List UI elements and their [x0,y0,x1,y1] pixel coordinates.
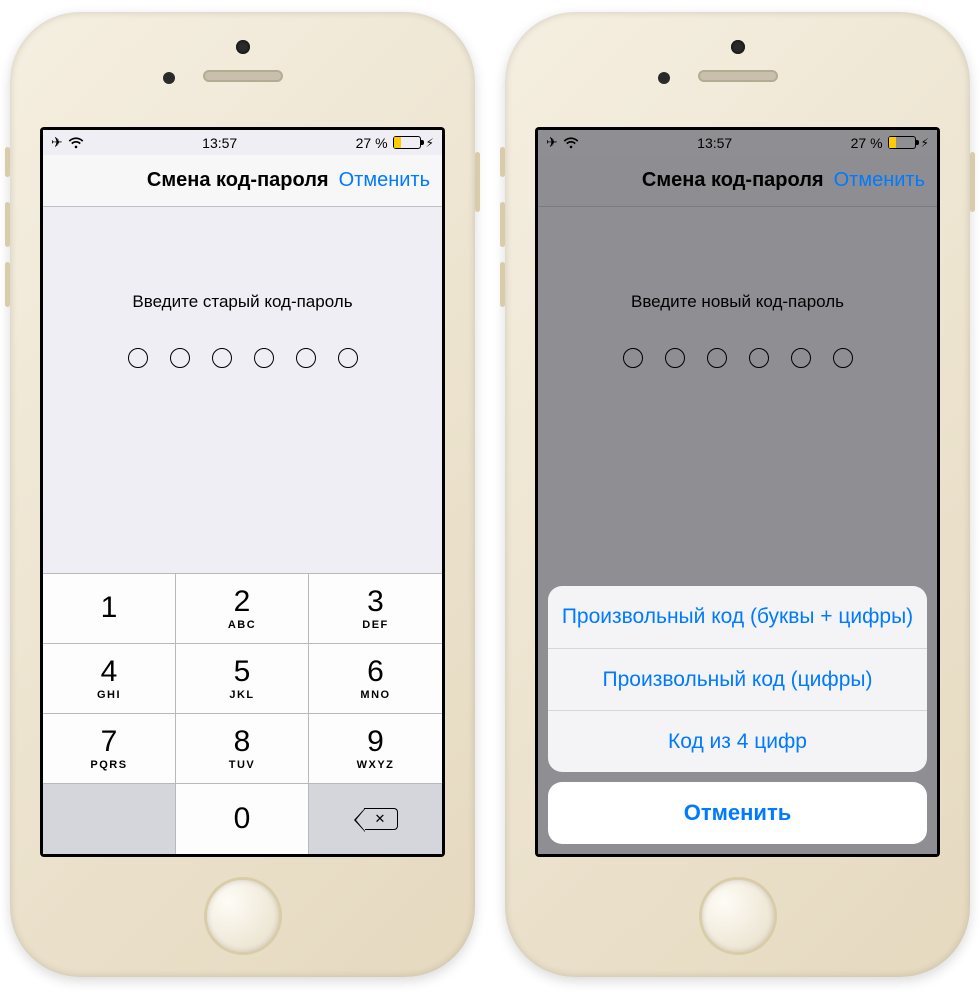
front-camera [236,40,250,54]
power-button[interactable] [970,152,975,212]
home-button[interactable] [204,877,282,955]
keypad-2[interactable]: 2ABC [176,574,309,644]
keypad-7[interactable]: 7PQRS [43,714,176,784]
passcode-dot [623,348,643,368]
keypad-9[interactable]: 9WXYZ [309,714,442,784]
charging-icon: ⚡︎ [921,136,929,150]
volume-down-button[interactable] [5,262,10,307]
action-sheet-options: Произвольный код (буквы + цифры) Произво… [548,586,927,772]
airplane-mode-icon: ✈ [51,134,63,151]
wifi-icon [563,137,579,149]
home-button[interactable] [699,877,777,955]
nav-cancel-button[interactable]: Отменить [339,169,430,192]
earpiece-speaker [203,70,283,82]
status-time: 13:57 [697,135,732,151]
backspace-icon: ✕ [364,808,398,830]
passcode-dot [170,348,190,368]
keypad-3[interactable]: 3DEF [309,574,442,644]
volume-up-button[interactable] [500,202,505,247]
passcode-dot [254,348,274,368]
action-sheet-cancel[interactable]: Отменить [548,782,927,844]
passcode-dot [707,348,727,368]
status-time: 13:57 [202,135,237,151]
battery-percent: 27 % [851,135,883,151]
nav-title: Смена код-пароля [642,169,824,192]
volume-up-button[interactable] [5,202,10,247]
charging-icon: ⚡︎ [426,136,434,150]
device-left: ✈ 13:57 27 % ⚡︎ Смена код-пароля Отменит… [10,12,475,977]
passcode-dot [665,348,685,368]
action-sheet: Произвольный код (буквы + цифры) Произво… [538,576,937,854]
passcode-dots [623,348,853,368]
option-alphanumeric[interactable]: Произвольный код (буквы + цифры) [548,586,927,648]
passcode-dot [749,348,769,368]
power-button[interactable] [475,152,480,212]
nav-header: Смена код-пароля Отменить [43,155,442,207]
passcode-dot [296,348,316,368]
device-right: ✈ 13:57 27 % ⚡︎ Смена код-пароля Отменит… [505,12,970,977]
nav-cancel-button[interactable]: Отменить [834,169,925,192]
passcode-dot [338,348,358,368]
option-4digit[interactable]: Код из 4 цифр [548,710,927,772]
nav-title: Смена код-пароля [147,169,329,192]
front-camera [731,40,745,54]
keypad-blank [43,784,176,854]
keypad-backspace[interactable]: ✕ [309,784,442,854]
proximity-sensor [658,72,670,84]
earpiece-speaker [698,70,778,82]
passcode-dots [128,348,358,368]
keypad-0[interactable]: 0 [176,784,309,854]
status-bar: ✈ 13:57 27 % ⚡︎ [538,130,937,155]
airplane-mode-icon: ✈ [546,134,558,151]
passcode-dot [791,348,811,368]
passcode-dot [128,348,148,368]
mute-switch[interactable] [500,147,505,177]
option-numeric[interactable]: Произвольный код (цифры) [548,648,927,710]
volume-down-button[interactable] [500,262,505,307]
passcode-prompt: Введите новый код-пароль [631,292,844,312]
battery-percent: 27 % [356,135,388,151]
battery-icon [888,136,916,149]
battery-icon [393,136,421,149]
passcode-dot [833,348,853,368]
keypad-5[interactable]: 5JKL [176,644,309,714]
keypad-6[interactable]: 6MNO [309,644,442,714]
passcode-prompt: Введите старый код-пароль [132,292,352,312]
keypad-8[interactable]: 8TUV [176,714,309,784]
wifi-icon [68,137,84,149]
keypad-1[interactable]: 1 [43,574,176,644]
mute-switch[interactable] [5,147,10,177]
keypad-4[interactable]: 4GHI [43,644,176,714]
nav-header: Смена код-пароля Отменить [538,155,937,207]
number-keypad: 1 2ABC 3DEF 4GHI 5JKL 6MNO 7PQRS 8TUV 9W… [43,573,442,854]
proximity-sensor [163,72,175,84]
status-bar: ✈ 13:57 27 % ⚡︎ [43,130,442,155]
passcode-prompt-area: Введите старый код-пароль [43,207,442,573]
passcode-dot [212,348,232,368]
